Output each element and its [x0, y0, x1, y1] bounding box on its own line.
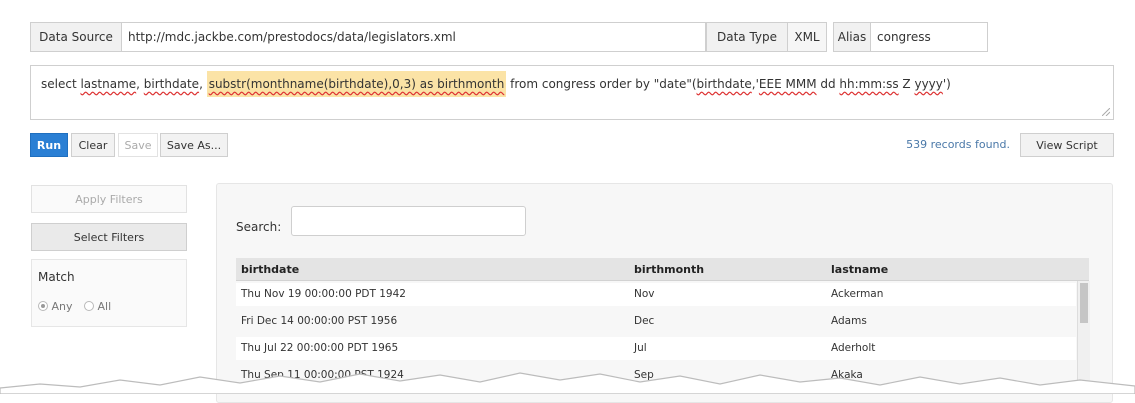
data-source-label: Data Source [30, 22, 122, 52]
cell-lastname: Adams [831, 315, 867, 327]
cell-birthdate: Thu Jul 22 00:00:00 PDT 1965 [241, 342, 399, 354]
table-row[interactable]: Thu Jul 22 00:00:00 PDT 1965 Jul Aderhol… [236, 337, 1076, 360]
data-type-label: Data Type [706, 22, 788, 52]
save-button[interactable]: Save [118, 133, 158, 157]
column-header-birthdate[interactable]: birthdate [241, 263, 299, 276]
cell-birthmonth: Nov [634, 288, 655, 300]
select-filters-button[interactable]: Select Filters [31, 223, 187, 251]
resize-handle-icon[interactable] [1102, 108, 1110, 116]
table-row[interactable]: Thu Nov 19 00:00:00 PDT 1942 Nov Ackerma… [236, 283, 1076, 306]
radio-any-label: Any [51, 300, 73, 313]
cell-birthmonth: Jul [634, 342, 647, 354]
clear-button[interactable]: Clear [71, 133, 115, 157]
match-label: Match [38, 270, 75, 284]
view-script-button[interactable]: View Script [1020, 133, 1114, 157]
column-header-birthmonth[interactable]: birthmonth [634, 263, 704, 276]
scrollbar-thumb[interactable] [1080, 283, 1088, 323]
column-header-lastname[interactable]: lastname [831, 263, 888, 276]
apply-filters-button[interactable]: Apply Filters [31, 185, 187, 213]
alias-input[interactable]: congress [870, 22, 988, 52]
run-button[interactable]: Run [30, 133, 68, 157]
radio-any[interactable] [38, 301, 48, 311]
cell-lastname: Aderholt [831, 342, 876, 354]
search-label: Search: [236, 220, 282, 234]
cell-lastname: Ackerman [831, 288, 884, 300]
radio-all[interactable] [84, 301, 95, 311]
cell-birthmonth: Dec [634, 315, 655, 327]
radio-all-label: All [97, 300, 112, 313]
match-options: Any All [38, 300, 111, 313]
cell-birthdate: Thu Nov 19 00:00:00 PDT 1942 [241, 288, 406, 300]
torn-edge-decoration [0, 372, 1135, 394]
query-textarea[interactable]: select lastname, birthdate, substr(month… [30, 65, 1114, 120]
data-source-input[interactable]: http://mdc.jackbe.com/prestodocs/data/le… [121, 22, 706, 52]
search-input[interactable] [291, 206, 526, 236]
query-highlight: substr(monthname(birthdate),0,3) as birt… [206, 71, 507, 97]
data-type-value[interactable]: XML [787, 22, 827, 52]
alias-label: Alias [833, 22, 871, 52]
save-as-button[interactable]: Save As... [160, 133, 228, 157]
query-text: select lastname, birthdate, substr(month… [41, 71, 951, 97]
cell-birthdate: Fri Dec 14 00:00:00 PST 1956 [241, 315, 398, 327]
records-count: 539 records found. [906, 138, 1010, 151]
match-panel: Match Any All [31, 259, 187, 327]
table-row[interactable]: Fri Dec 14 00:00:00 PST 1956 Dec Adams [236, 310, 1076, 333]
table-header: birthdate birthmonth lastname [236, 258, 1089, 281]
